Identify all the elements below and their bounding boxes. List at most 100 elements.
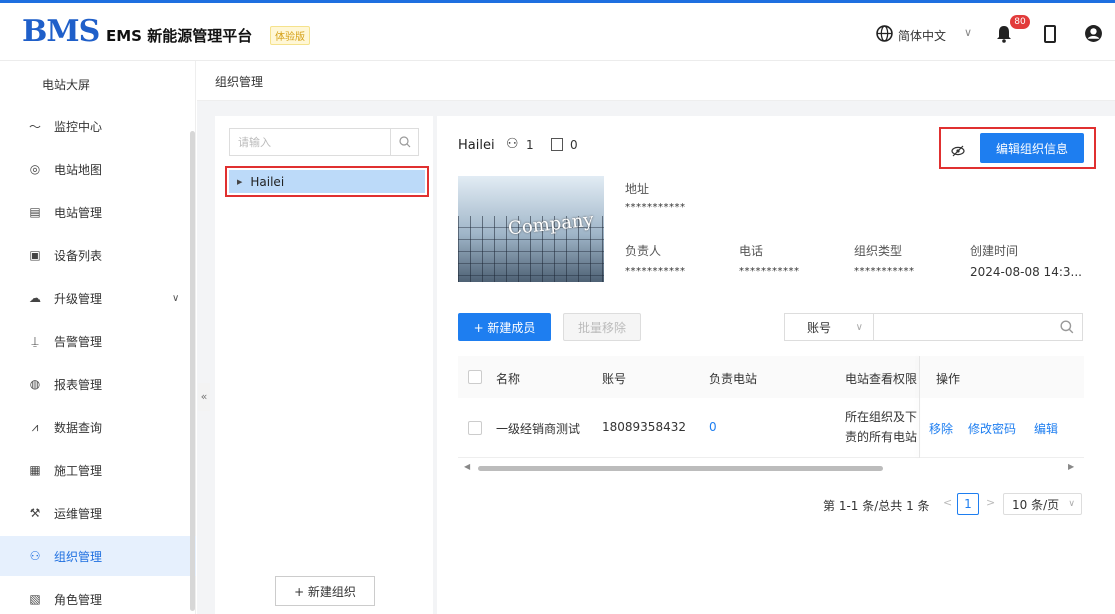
created-label: 创建时间 — [970, 244, 1019, 258]
sidebar-item-label: 监控中心 — [54, 119, 103, 134]
phone-value: *********** — [739, 266, 800, 277]
sidebar-item-label: 电站大屏 — [42, 77, 91, 92]
notification-badge: 80 — [1010, 15, 1030, 29]
filter-input[interactable] — [873, 314, 1053, 340]
sidebar-item-map[interactable]: ◎ 电站地图 — [0, 149, 196, 189]
new-org-button[interactable]: + 新建组织 — [275, 576, 375, 606]
bell-icon[interactable] — [996, 25, 1012, 43]
breadcrumb: 组织管理 — [197, 61, 1115, 101]
sidebar-item-label: 组织管理 — [54, 549, 103, 564]
device-icon: ▣ — [29, 248, 41, 262]
sidebar-item-label: 报表管理 — [54, 377, 103, 392]
address-label: 地址 — [625, 182, 650, 196]
sidebar-item-label: 设备列表 — [54, 248, 103, 263]
sidebar-item-stations[interactable]: ▤ 电站管理 — [0, 192, 196, 232]
select-all-checkbox[interactable] — [468, 370, 482, 384]
new-member-button[interactable]: + 新建成员 — [458, 313, 551, 341]
next-page-icon[interactable]: > — [986, 496, 995, 509]
pagination-total: 第 1-1 条/总共 1 条 — [823, 499, 930, 513]
role-icon: ▧ — [29, 592, 41, 606]
chart-icon: ⩘ — [31, 419, 39, 434]
sidebar-item-devices[interactable]: ▣ 设备列表 — [0, 235, 196, 275]
members-icon: ⚇ — [506, 136, 519, 152]
search-button[interactable] — [390, 129, 418, 155]
sidebar-item-label: 数据查询 — [54, 420, 103, 435]
top-header: BMS EMS 新能源管理平台 体验版 简体中文 ∨ 80 — [0, 3, 1115, 61]
current-page-button[interactable]: 1 — [957, 493, 979, 515]
member-stations-link[interactable]: 0 — [709, 420, 717, 434]
scroll-right-icon[interactable]: ▶ — [1068, 462, 1074, 471]
activity-icon: 〜 — [28, 119, 41, 134]
batch-remove-button[interactable]: 批量移除 — [563, 313, 641, 341]
language-select[interactable]: 简体中文 — [898, 27, 946, 44]
org-icon: ⚇ — [29, 549, 41, 563]
org-type-label: 组织类型 — [854, 244, 903, 258]
sidebar-item-monitor[interactable]: 〜 监控中心 — [0, 106, 196, 146]
sidebar-item-data-query[interactable]: ⩘ 数据查询 — [0, 407, 196, 447]
highlight-box — [225, 166, 429, 197]
member-permission-line1: 所在组织及下 — [845, 410, 918, 424]
created-value: 2024-08-08 14:3... — [970, 265, 1082, 279]
station-count: 0 — [570, 138, 578, 152]
sidebar-item-label: 告警管理 — [54, 334, 103, 349]
highlight-box — [939, 127, 1096, 169]
chevron-down-icon: ∨ — [1068, 499, 1075, 509]
wrench-icon: ⚒ — [29, 506, 41, 520]
owner-value: *********** — [625, 266, 686, 277]
content-area: 组织管理 ▶ Hailei + 新建组织 « Hailei ⚇ 1 0 — [197, 61, 1115, 614]
filter-field-label: 账号 — [807, 320, 832, 335]
member-count: 1 — [526, 138, 534, 152]
sidebar-scrollbar[interactable] — [190, 131, 195, 611]
logo: BMS — [22, 14, 100, 49]
prev-page-icon[interactable]: < — [943, 496, 952, 509]
column-header-permission: 电站查看权限 — [845, 372, 918, 386]
search-icon[interactable] — [1060, 320, 1074, 334]
table-row: 一级经销商测试 18089358432 0 所在组织及下 责的所有电站 移除 修… — [458, 398, 1084, 458]
sidebar-item-upgrade[interactable]: ☁ 升级管理 ∨ — [0, 278, 196, 318]
fixed-column-divider — [919, 356, 920, 458]
cloud-upload-icon: ☁ — [29, 291, 41, 305]
sidebar-item-label: 电站地图 — [54, 162, 103, 177]
filter-input-box — [873, 313, 1083, 341]
org-detail-panel: Hailei ⚇ 1 0 编辑组织信息 Company 地址 *********… — [437, 116, 1115, 614]
edit-link[interactable]: 编辑 — [1034, 420, 1058, 437]
remove-link[interactable]: 移除 — [929, 420, 953, 437]
column-header-stations: 负责电站 — [709, 372, 758, 386]
page-size-select[interactable]: 10 条/页 ∨ — [1003, 493, 1082, 515]
sidebar-item-construction[interactable]: ▦ 施工管理 — [0, 450, 196, 490]
tree-search-input[interactable] — [230, 129, 388, 155]
member-account: 18089358432 — [602, 420, 686, 434]
owner-label: 负责人 — [625, 244, 662, 258]
row-checkbox[interactable] — [468, 421, 482, 435]
sidebar-item-screen[interactable]: 电站大屏 — [0, 64, 196, 104]
change-password-link[interactable]: 修改密码 — [968, 420, 1016, 437]
sidebar-item-maintenance[interactable]: ⚒ 运维管理 — [0, 493, 196, 533]
trial-badge: 体验版 — [270, 26, 310, 45]
filter-field-select[interactable]: 账号 ∨ — [784, 313, 874, 341]
sidebar: 电站大屏 〜 监控中心 ◎ 电站地图 ▤ 电站管理 ▣ 设备列表 ☁ 升级管理 … — [0, 61, 196, 614]
chevron-down-icon[interactable]: ∨ — [964, 26, 972, 39]
user-icon[interactable] — [1084, 24, 1103, 43]
chevron-down-icon[interactable]: ∨ — [172, 293, 179, 304]
globe-icon[interactable] — [876, 25, 893, 42]
org-name: Hailei — [458, 138, 495, 153]
collapse-sidebar-button[interactable]: « — [198, 383, 210, 411]
sidebar-item-reports[interactable]: ◍ 报表管理 — [0, 364, 196, 404]
table-horizontal-scrollbar[interactable]: ◀ ▶ — [458, 462, 1084, 474]
chevron-down-icon: ∨ — [855, 321, 863, 333]
org-type-value: *********** — [854, 266, 915, 277]
alarm-icon: ⍊ — [31, 333, 39, 348]
app-title: EMS 新能源管理平台 — [106, 27, 253, 45]
sidebar-item-alarms[interactable]: ⍊ 告警管理 — [0, 321, 196, 361]
scrollbar-thumb[interactable] — [478, 466, 883, 471]
column-header-name: 名称 — [496, 372, 521, 386]
org-tree-panel: ▶ Hailei + 新建组织 — [215, 116, 433, 614]
phone-label: 电话 — [739, 244, 764, 258]
mobile-icon[interactable] — [1044, 25, 1056, 43]
sidebar-item-roles[interactable]: ▧ 角色管理 — [0, 579, 196, 614]
sidebar-item-organization[interactable]: ⚇ 组织管理 — [0, 536, 196, 576]
sidebar-item-label: 电站管理 — [54, 205, 103, 220]
breadcrumb-current: 组织管理 — [215, 75, 264, 89]
map-pin-icon: ◎ — [29, 162, 41, 176]
scroll-left-icon[interactable]: ◀ — [464, 462, 470, 471]
